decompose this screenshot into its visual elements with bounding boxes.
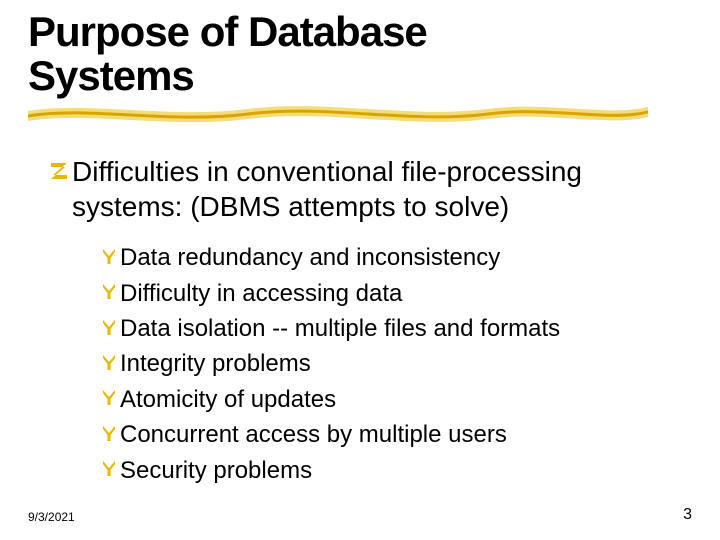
y-bullet-icon xyxy=(100,282,118,305)
sub-text: Atomicity of updates xyxy=(120,384,336,416)
list-item: Security problems xyxy=(100,455,720,487)
title-line-2: Systems xyxy=(28,52,194,99)
y-bullet-icon xyxy=(100,247,118,270)
main-line-2: systems: (DBMS attempts to solve) xyxy=(72,189,582,224)
y-bullet-icon xyxy=(100,388,118,411)
list-item: Integrity problems xyxy=(100,348,720,380)
list-item: Data isolation -- multiple files and for… xyxy=(100,313,720,345)
sub-text: Integrity problems xyxy=(120,348,311,380)
sub-bullet-list: Data redundancy and inconsistency Diffic… xyxy=(0,224,720,487)
main-line-1: Difficulties in conventional file-proces… xyxy=(72,156,582,187)
list-item: Concurrent access by multiple users xyxy=(100,419,720,451)
title-underline xyxy=(28,104,648,126)
sub-text: Difficulty in accessing data xyxy=(120,278,402,310)
y-bullet-icon xyxy=(100,353,118,376)
sub-text: Concurrent access by multiple users xyxy=(120,419,507,451)
list-item: Difficulty in accessing data xyxy=(100,278,720,310)
sub-text: Data redundancy and inconsistency xyxy=(120,242,500,274)
footer-page-number: 3 xyxy=(683,506,692,524)
y-bullet-icon xyxy=(100,459,118,482)
list-item: Data redundancy and inconsistency xyxy=(100,242,720,274)
y-bullet-icon xyxy=(100,318,118,341)
sub-text: Security problems xyxy=(120,455,312,487)
y-bullet-icon xyxy=(100,424,118,447)
footer-date: 9/3/2021 xyxy=(28,510,75,524)
slide-title: Purpose of Database Systems xyxy=(0,0,720,98)
main-bullet: Difficulties in conventional file-proces… xyxy=(0,126,720,224)
title-line-1: Purpose of Database xyxy=(28,8,427,55)
main-bullet-text: Difficulties in conventional file-proces… xyxy=(72,154,582,224)
sub-text: Data isolation -- multiple files and for… xyxy=(120,313,560,345)
list-item: Atomicity of updates xyxy=(100,384,720,416)
z-bullet-icon xyxy=(48,160,70,187)
